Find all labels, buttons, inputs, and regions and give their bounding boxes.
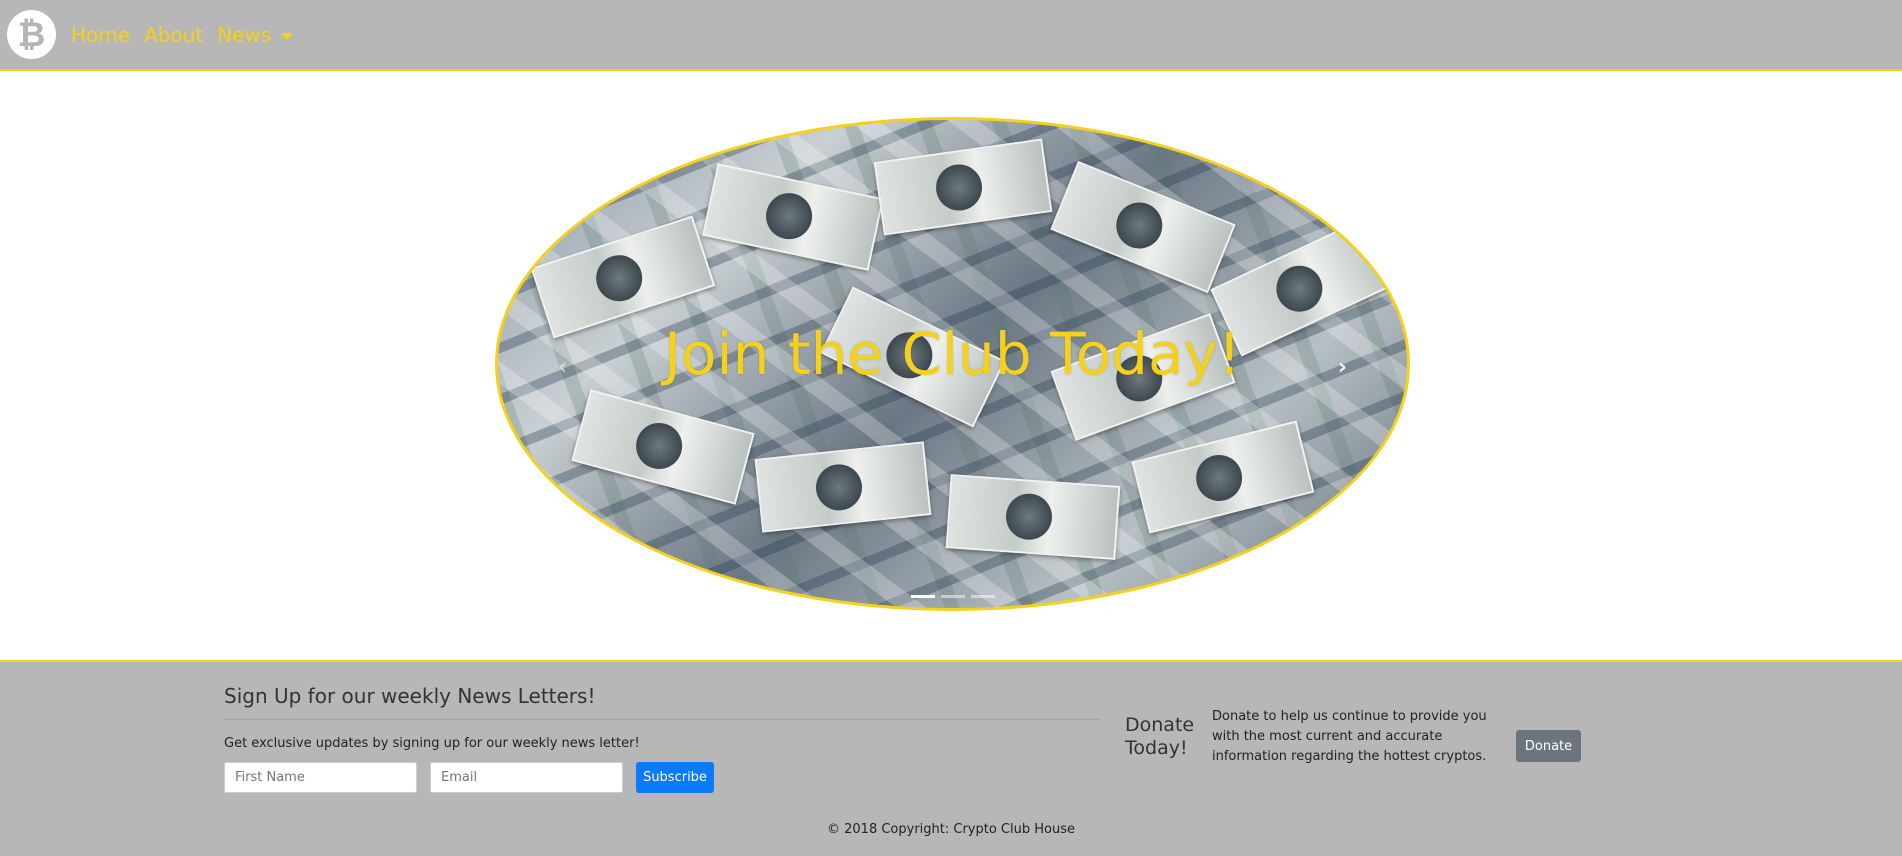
hero-carousel[interactable]: Join the Club Today! ‹ › bbox=[495, 117, 1410, 611]
caret-down-icon bbox=[281, 32, 294, 40]
signup-title: Sign Up for our weekly News Letters! bbox=[224, 684, 1100, 720]
donate-text: Donate to help us continue to provide yo… bbox=[1212, 709, 1487, 764]
bitcoin-logo-icon[interactable]: ₿ bbox=[7, 10, 56, 59]
nav-link-about[interactable]: About bbox=[137, 23, 210, 47]
money-image-fragment bbox=[571, 389, 755, 505]
money-image-fragment bbox=[945, 474, 1121, 560]
money-image-fragment bbox=[1050, 160, 1236, 294]
donate-title: Donate Today! bbox=[1125, 714, 1195, 759]
copyright: © 2018 Copyright: Crypto Club House bbox=[827, 822, 1075, 837]
subscribe-button[interactable]: Subscribe bbox=[636, 762, 714, 793]
signup-form: Subscribe bbox=[224, 762, 1100, 793]
hero-section: Join the Club Today! ‹ › bbox=[0, 71, 1902, 660]
money-image-fragment bbox=[754, 441, 932, 533]
money-image-fragment bbox=[1131, 420, 1315, 534]
newsletter-signup: Sign Up for our weekly News Letters! Get… bbox=[224, 684, 1100, 793]
nav-link-home[interactable]: Home bbox=[64, 23, 137, 47]
nav-links: Home About News bbox=[64, 23, 300, 47]
first-name-input[interactable] bbox=[224, 762, 417, 793]
carousel-indicators bbox=[498, 595, 1407, 598]
donate-button[interactable]: Donate bbox=[1516, 730, 1581, 762]
carousel-prev-icon[interactable]: ‹ bbox=[558, 355, 567, 380]
email-input[interactable] bbox=[430, 762, 623, 793]
carousel-indicator[interactable] bbox=[940, 595, 965, 598]
hero-caption: Join the Club Today! bbox=[663, 320, 1242, 388]
signup-description: Get exclusive updates by signing up for … bbox=[224, 736, 640, 751]
money-image-fragment bbox=[702, 163, 884, 271]
navbar: ₿ Home About News bbox=[0, 0, 1902, 71]
money-image-fragment bbox=[873, 138, 1053, 236]
carousel-indicator[interactable] bbox=[970, 595, 995, 598]
carousel-next-icon[interactable]: › bbox=[1338, 355, 1347, 380]
nav-link-news-label: News bbox=[217, 22, 272, 47]
nav-dropdown-news[interactable]: News bbox=[210, 23, 300, 47]
carousel-indicator[interactable] bbox=[910, 595, 935, 598]
footer: Sign Up for our weekly News Letters! Get… bbox=[0, 660, 1902, 856]
